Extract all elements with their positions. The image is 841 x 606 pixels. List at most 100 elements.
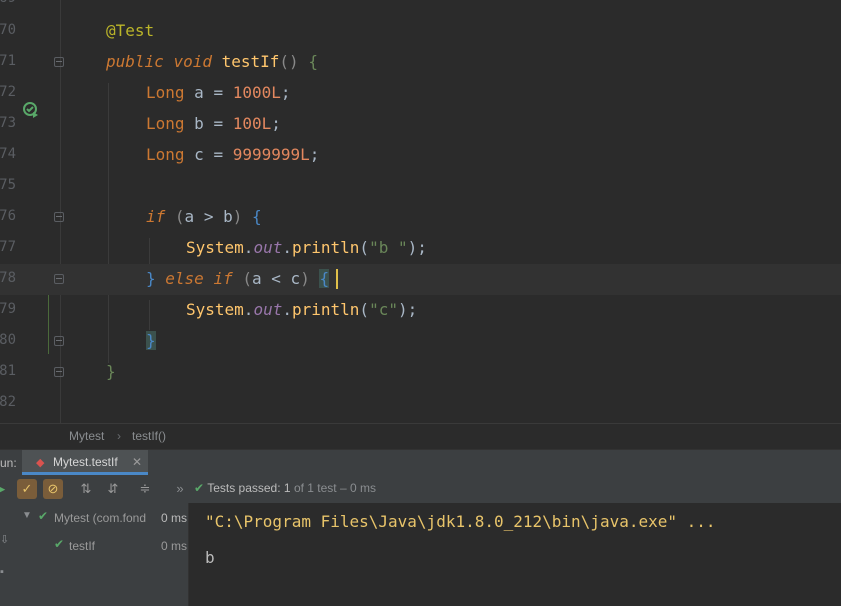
line-number: 70 bbox=[0, 22, 16, 38]
code-text: System.out.println("c"); bbox=[186, 300, 418, 319]
class-token: System bbox=[186, 300, 244, 319]
test-runner-toolbar: ▸ ✓ ⊘ ⇅ ⇵ ≑ » ✔ Tests passed: 1 of 1 tes… bbox=[0, 475, 841, 504]
tree-item-suite[interactable]: ▼ ✔ Mytest (com.fond 0 ms bbox=[0, 507, 188, 529]
code-text: } bbox=[146, 331, 156, 350]
type-token: Long bbox=[146, 114, 185, 133]
line-number: 71 bbox=[0, 53, 16, 69]
field-token: out bbox=[253, 300, 283, 319]
breadcrumb-method[interactable]: testIf() bbox=[132, 429, 166, 443]
code-text: @Test bbox=[106, 21, 154, 40]
code-text: Long c = 9999999L; bbox=[146, 145, 320, 164]
text-caret bbox=[336, 269, 338, 289]
status-suffix: of 1 test – 0 ms bbox=[293, 481, 376, 495]
line-number: 81 bbox=[0, 363, 16, 379]
fold-toggle[interactable] bbox=[54, 274, 64, 284]
code-line-current[interactable]: 78 } else if (a < c) { bbox=[0, 264, 841, 295]
literal-token: 9999999L bbox=[232, 145, 310, 164]
code-line[interactable]: 82 bbox=[0, 388, 841, 419]
line-number: 73 bbox=[0, 115, 16, 131]
literal-token: 100L bbox=[232, 114, 272, 133]
more-actions-icon[interactable]: » bbox=[170, 479, 190, 499]
tree-item-time: 0 ms bbox=[161, 511, 188, 525]
type-token: Long bbox=[146, 83, 185, 102]
code-line[interactable]: 75 bbox=[0, 171, 841, 202]
line-number: 74 bbox=[0, 146, 16, 162]
variable-token: c bbox=[194, 145, 204, 164]
run-output-area: ▼ ✔ Mytest (com.fond 0 ms ✔ testIf 0 ms … bbox=[0, 503, 841, 606]
expand-all-icon[interactable]: ≑ bbox=[135, 479, 155, 499]
code-line[interactable]: 81 } bbox=[0, 357, 841, 388]
console-output-line: b bbox=[205, 548, 215, 567]
method-name-token: testIf bbox=[221, 52, 280, 71]
breadcrumb: Mytest › testIf() bbox=[0, 423, 841, 449]
line-number: 78 bbox=[0, 270, 16, 286]
tab-run-config[interactable]: ◆ Mytest.testIf ✕ bbox=[22, 450, 148, 475]
side-toolbar-icon[interactable]: ⇩ bbox=[0, 533, 9, 546]
code-line[interactable]: 74 Long c = 9999999L; bbox=[0, 140, 841, 171]
code-text: } else if (a < c) { bbox=[146, 269, 330, 288]
line-number: 72 bbox=[0, 84, 16, 100]
fold-toggle[interactable] bbox=[54, 367, 64, 377]
line-number: 76 bbox=[0, 208, 16, 224]
tree-item-label: testIf bbox=[69, 539, 96, 553]
console-output[interactable]: "C:\Program Files\Java\jdk1.8.0_212\bin\… bbox=[189, 503, 841, 606]
code-text: Long b = 100L; bbox=[146, 114, 281, 133]
method-token: println bbox=[291, 300, 360, 319]
test-status: ✔ Tests passed: 1 of 1 test – 0 ms bbox=[194, 481, 376, 495]
code-line[interactable]: 72 Long a = 1000L; bbox=[0, 78, 841, 109]
rerun-icon[interactable]: ▸ bbox=[0, 479, 12, 499]
console-command-line: "C:\Program Files\Java\jdk1.8.0_212\bin\… bbox=[205, 512, 716, 531]
code-text: if (a > b) { bbox=[146, 207, 262, 226]
tree-item-label: Mytest (com.fond bbox=[54, 511, 147, 525]
keyword-token: else bbox=[165, 269, 204, 288]
sort-alpha-icon[interactable]: ⇅ bbox=[76, 479, 96, 499]
tree-item-time: 0 ms bbox=[161, 539, 188, 553]
code-line[interactable]: 71 public void testIf() { bbox=[0, 47, 841, 118]
code-editor[interactable]: 69 70 @Test 71 public void testIf() { 72… bbox=[0, 0, 841, 423]
close-icon[interactable]: ✕ bbox=[132, 455, 142, 469]
chevron-right-icon: › bbox=[117, 429, 121, 443]
code-line[interactable]: 77 System.out.println("b "); bbox=[0, 233, 841, 264]
code-line[interactable]: 80 } bbox=[0, 326, 841, 357]
variable-token: b bbox=[223, 207, 233, 226]
class-token: System bbox=[186, 238, 244, 257]
variable-token: a bbox=[194, 83, 204, 102]
chevron-down-icon[interactable]: ▼ bbox=[22, 510, 32, 521]
type-token: Long bbox=[146, 145, 185, 164]
status-prefix: Tests passed: bbox=[207, 481, 281, 495]
test-config-icon: ◆ bbox=[36, 457, 45, 469]
check-icon: ✔ bbox=[194, 481, 205, 495]
keyword-token: public bbox=[106, 52, 164, 71]
code-text: public void testIf() { bbox=[106, 52, 318, 71]
code-line[interactable]: 70 @Test bbox=[0, 16, 841, 47]
fold-toggle[interactable] bbox=[54, 336, 64, 346]
breadcrumb-class[interactable]: Mytest bbox=[69, 429, 104, 443]
show-ignored-toggle[interactable]: ⊘ bbox=[43, 479, 63, 499]
variable-token: c bbox=[290, 269, 301, 288]
code-line[interactable]: 79 System.out.println("c"); bbox=[0, 295, 841, 326]
method-token: println bbox=[291, 238, 360, 257]
run-tool-window-header: un: ◆ Mytest.testIf ✕ bbox=[0, 449, 841, 476]
check-icon: ✔ bbox=[38, 509, 49, 523]
tree-item-test[interactable]: ✔ testIf 0 ms bbox=[0, 535, 188, 557]
side-toolbar-icon[interactable]: ▪ bbox=[0, 566, 4, 578]
code-line[interactable]: 76 if (a > b) { bbox=[0, 202, 841, 233]
fold-toggle[interactable] bbox=[54, 212, 64, 222]
string-token: "b " bbox=[369, 238, 408, 257]
keyword-token: if bbox=[146, 207, 166, 226]
annotation-token: @Test bbox=[106, 21, 155, 40]
string-token: "c" bbox=[369, 300, 398, 319]
fold-toggle[interactable] bbox=[54, 57, 64, 67]
line-number: 80 bbox=[0, 332, 16, 348]
show-passed-toggle[interactable]: ✓ bbox=[17, 479, 37, 499]
code-line[interactable]: 69 bbox=[0, 0, 841, 15]
run-label: un: bbox=[0, 456, 17, 470]
sort-duration-icon[interactable]: ⇵ bbox=[103, 479, 123, 499]
tab-label: Mytest.testIf bbox=[53, 455, 118, 469]
test-tree: ▼ ✔ Mytest (com.fond 0 ms ✔ testIf 0 ms … bbox=[0, 503, 189, 606]
keyword-token: if bbox=[213, 269, 233, 288]
field-token: out bbox=[253, 238, 283, 257]
literal-token: 1000L bbox=[232, 83, 281, 102]
code-line[interactable]: 73 Long b = 100L; bbox=[0, 109, 841, 140]
line-number: 77 bbox=[0, 239, 16, 255]
